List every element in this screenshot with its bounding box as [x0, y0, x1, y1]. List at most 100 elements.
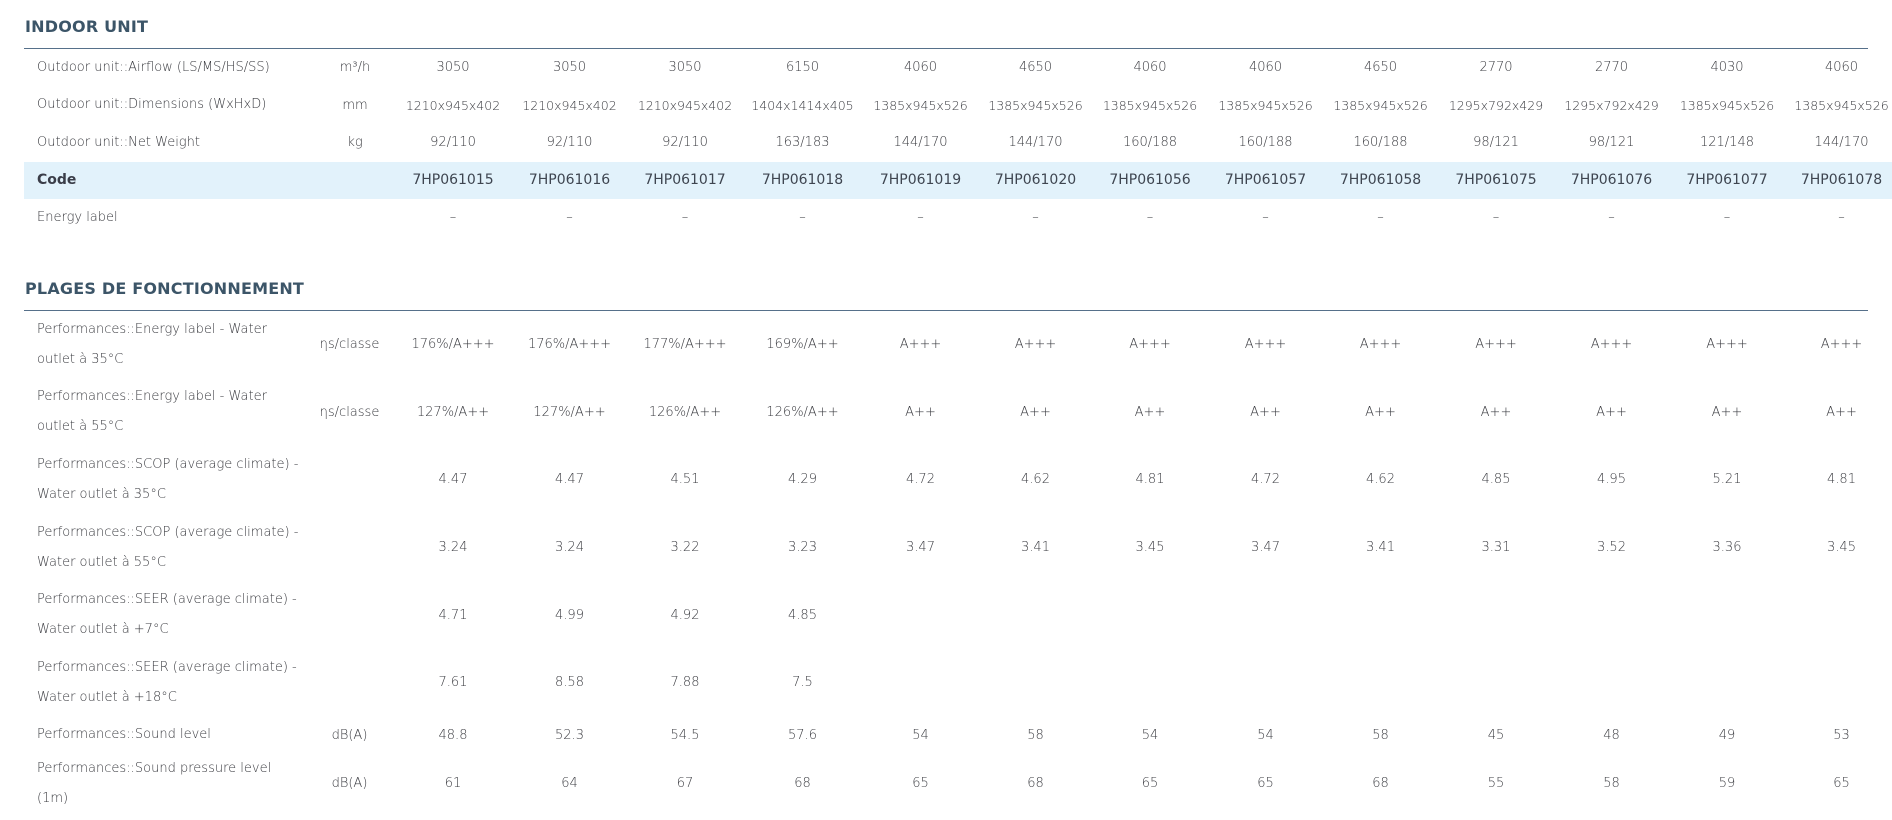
table-cell: 68: [1372, 776, 1389, 792]
table-cell: A++: [1134, 404, 1166, 420]
row-label: Performances::SCOP (average climate) - W…: [37, 456, 299, 502]
table-cell: 127%/A++: [416, 404, 490, 420]
table-cell: 4.72: [1251, 472, 1280, 488]
table-cell: 144/170: [1008, 135, 1063, 151]
table-cell: 59: [1718, 776, 1736, 792]
table-cell: 92/110: [546, 135, 593, 151]
table-cell: 4.51: [670, 472, 700, 488]
table-cell: A+++: [899, 337, 942, 353]
table-cell: –: [449, 210, 457, 226]
table-cell: A+++: [1475, 337, 1517, 353]
table-cell: 61: [444, 776, 462, 792]
table-cell: 4.85: [788, 607, 817, 623]
table-cell: 6150: [785, 60, 820, 76]
table-cell: –: [1146, 210, 1154, 226]
row-label: Performances::SCOP (average climate) - W…: [37, 524, 299, 570]
product-code: 7HP061016: [528, 172, 611, 189]
table-cell: 3050: [436, 60, 470, 76]
table-cell: A++: [1020, 404, 1051, 420]
product-code: 7HP061015: [412, 172, 494, 189]
table-cell: 1385x945x526: [1102, 97, 1198, 113]
table-cell: 67: [676, 776, 694, 792]
table-cell: 98/121: [1588, 135, 1635, 151]
table-cell: 48.8: [438, 727, 468, 743]
table-cell: [1438, 581, 1554, 649]
row-unit: m³/h: [339, 60, 371, 76]
row-label: Outdoor unit::Dimensions (WxHxD): [37, 97, 267, 113]
table-cell: 48: [1603, 727, 1620, 743]
table-cell: 4060: [1133, 60, 1167, 76]
table-cell: 4060: [903, 60, 938, 76]
row-unit: [316, 162, 394, 200]
table-cell: 1385x945x526: [873, 97, 968, 113]
table-cell: 4.47: [438, 472, 468, 488]
table-cell: 4.71: [438, 607, 468, 623]
product-code: 7HP061018: [761, 172, 844, 189]
table-cell: 1385x945x526: [988, 97, 1083, 113]
table-cell: [979, 581, 1092, 649]
table-cell: [1785, 649, 1892, 717]
row-label: Code: [37, 172, 77, 189]
product-code: 7HP061057: [1224, 172, 1307, 189]
table-row: Performances::Sound pressure level (1m) …: [24, 754, 1892, 814]
table-cell: 1295x792x429: [1564, 97, 1659, 113]
row-unit: kg: [347, 135, 363, 151]
table-cell: 1385x945x526: [1679, 97, 1775, 113]
table-cell: –: [1608, 210, 1615, 226]
table-cell: 121/148: [1699, 135, 1754, 151]
table-row: Performances::Energy label - Water outle…: [24, 311, 1892, 379]
table-cell: 65: [1833, 776, 1850, 792]
product-code: 7HP061076: [1570, 172, 1653, 189]
table-cell: 58: [1603, 776, 1620, 792]
table-cell: 2770: [1594, 60, 1629, 76]
table-cell: 64: [561, 776, 578, 792]
table-cell: A+++: [1244, 337, 1287, 353]
row-unit: [305, 581, 394, 649]
row-unit: ηs/classe: [319, 337, 380, 353]
table-cell: 176%/A+++: [411, 337, 495, 353]
table-cell: A++: [1480, 404, 1512, 420]
row-label: Outdoor unit::Airflow (LS/MS/HS/SS): [37, 59, 270, 75]
table-cell: 4.62: [1021, 472, 1050, 488]
table-cell: 3.45: [1135, 540, 1165, 556]
table-cell: A++: [1711, 404, 1743, 420]
table-row: Performances::SCOP (average climate) - W…: [24, 446, 1892, 514]
table-cell: A++: [905, 404, 936, 420]
table-cell: [1323, 649, 1438, 717]
code-row: Code 7HP061015 7HP061016 7HP061017 7HP06…: [24, 161, 1892, 200]
row-unit: [316, 199, 394, 237]
table-cell: –: [1723, 210, 1731, 226]
table-cell: 54: [1257, 727, 1274, 743]
section-title-plages: PLAGES DE FONCTIONNEMENT: [25, 279, 305, 298]
plages-table: Performances::Energy label - Water outle…: [24, 311, 1892, 814]
table-cell: A+++: [1129, 337, 1171, 353]
product-code: 7HP061075: [1455, 172, 1537, 189]
table-cell: 1210x945x402: [405, 97, 501, 113]
row-unit: ηs/classe: [319, 404, 380, 420]
table-cell: 2770: [1479, 60, 1513, 76]
table-cell: A++: [1250, 404, 1281, 420]
table-cell: [1092, 649, 1208, 717]
table-cell: 68: [1027, 776, 1044, 792]
table-cell: 126%/A++: [648, 404, 722, 420]
table-cell: –: [1032, 210, 1039, 226]
table-cell: 1385x945x526: [1794, 97, 1889, 113]
table-cell: 54.5: [670, 727, 700, 743]
table-row: Performances::Sound level dB(A) 48.8 52.…: [24, 717, 1892, 754]
table-cell: 55: [1487, 776, 1505, 792]
table-cell: 4.85: [1481, 472, 1511, 488]
table-cell: [1669, 649, 1785, 717]
table-cell: 54: [912, 727, 929, 743]
table-cell: 58: [1027, 727, 1044, 743]
table-cell: 163/183: [775, 135, 830, 151]
table-cell: 3050: [668, 60, 702, 76]
table-cell: 3.45: [1827, 540, 1856, 556]
table-cell: 4.81: [1827, 472, 1856, 488]
row-unit: mm: [342, 97, 368, 113]
table-cell: 8.58: [555, 675, 584, 691]
table-cell: 65: [912, 776, 929, 792]
row-label: Performances::SEER (average climate) - W…: [37, 659, 297, 705]
table-cell: A+++: [1590, 337, 1633, 353]
table-cell: A+++: [1014, 337, 1057, 353]
table-cell: –: [917, 210, 924, 226]
